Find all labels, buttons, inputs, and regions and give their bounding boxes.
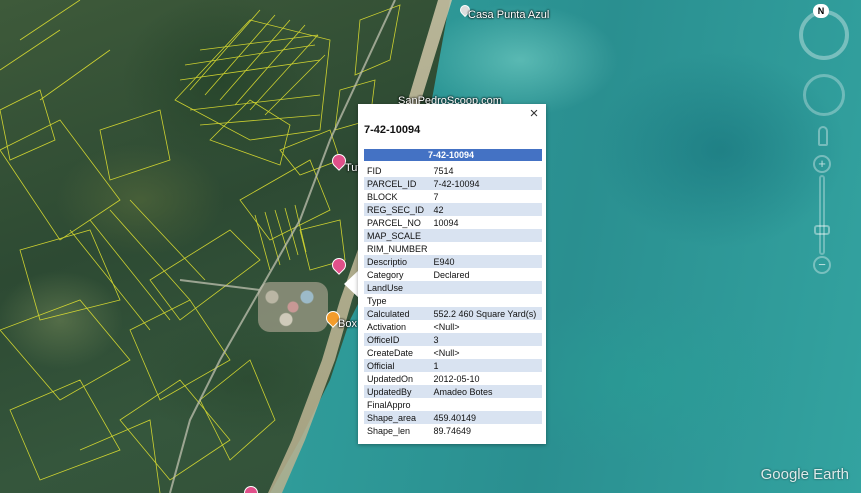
attribute-key: MAP_SCALE <box>364 229 431 242</box>
attribute-value <box>430 281 542 294</box>
zoom-in-button[interactable]: + <box>813 155 831 173</box>
zoom-slider-track[interactable] <box>819 175 825 255</box>
attribute-row: CreateDate <Null> <box>364 346 542 359</box>
attribute-value: 1 <box>430 359 542 372</box>
attribute-key: Shape_area <box>364 411 431 424</box>
attribute-key: FinalAppro <box>367 399 411 410</box>
attribute-row: PARCEL_ID 7-42-10094 <box>364 177 542 190</box>
attribute-row: REG_SEC_ID 42 <box>364 203 542 216</box>
attribute-value: <Null> <box>433 321 460 332</box>
attribute-value: E940 <box>430 255 542 268</box>
attribute-value: 552.2 460 Square Yard(s) <box>430 307 542 320</box>
attribute-key: Activation <box>367 321 407 332</box>
attribute-key: PARCEL_ID <box>364 177 431 190</box>
place-label[interactable]: Casa Punta Azul <box>468 9 549 21</box>
attribute-row: FinalAppro <box>364 398 542 411</box>
attribute-row: Descriptio E940 <box>364 255 542 268</box>
attribute-value: 3 <box>430 333 542 346</box>
attribute-value <box>431 398 542 411</box>
attribute-key: OfficeID <box>364 333 431 346</box>
attribute-key: UpdatedBy <box>364 385 431 398</box>
close-icon[interactable]: × <box>526 106 542 122</box>
attribute-key: UpdatedOn <box>367 373 414 384</box>
attribute-value: 7-42-10094 <box>430 177 542 190</box>
attribute-key: LandUse <box>364 281 431 294</box>
attribute-row: Category Declared <box>364 268 542 281</box>
attribute-value: 7 <box>433 191 439 202</box>
attribute-row: OfficeID 3 <box>364 333 542 346</box>
attribute-row: UpdatedOn 2012-05-10 <box>364 372 542 385</box>
attribute-value: 7514 <box>433 165 454 176</box>
attribute-row: PARCEL_NO 10094 <box>364 216 542 229</box>
attribute-key: BLOCK <box>367 191 398 202</box>
attribute-key: Type <box>367 295 387 306</box>
attribute-row: UpdatedBy Amadeo Botes <box>364 385 542 398</box>
zoom-out-button[interactable]: − <box>813 256 831 274</box>
attribute-row: Shape_len 89.74649 <box>364 424 542 437</box>
attribute-row: Type <box>364 294 542 307</box>
attribute-row: Calculated 552.2 460 Square Yard(s) <box>364 307 542 320</box>
balloon-tail <box>344 270 359 298</box>
attribute-row: RIM_NUMBER <box>364 242 542 255</box>
attribute-key: RIM_NUMBER <box>367 243 428 254</box>
attribute-key: PARCEL_NO <box>367 217 421 228</box>
attribute-key: Shape_len <box>367 425 411 436</box>
attribute-key: REG_SEC_ID <box>364 203 431 216</box>
attribute-value <box>430 229 542 242</box>
attribute-key: Category <box>367 269 404 280</box>
attribute-row: BLOCK 7 <box>364 190 542 203</box>
google-earth-watermark: Google Earth <box>760 466 849 483</box>
navigation-controls: N + − <box>791 0 861 290</box>
place-label[interactable]: Box <box>338 318 357 330</box>
attribute-key: CreateDate <box>367 347 414 358</box>
attribute-key: Official <box>364 359 431 372</box>
attribute-value: 2012-05-10 <box>433 373 480 384</box>
attribute-row: FID 7514 <box>364 164 542 177</box>
attribute-row: LandUse <box>364 281 542 294</box>
attribute-value: 459.40149 <box>430 411 542 424</box>
attribute-row: MAP_SCALE <box>364 229 542 242</box>
attribute-key: FID <box>367 165 382 176</box>
attribute-value: 10094 <box>433 217 459 228</box>
attribute-value <box>431 294 542 307</box>
attribute-key: Descriptio <box>364 255 431 268</box>
street-view-pegman-icon[interactable] <box>818 126 828 146</box>
attribute-value: <Null> <box>433 347 460 358</box>
attribute-value <box>431 242 542 255</box>
north-indicator[interactable]: N <box>813 4 829 18</box>
attribute-row: Activation <Null> <box>364 320 542 333</box>
attribute-value: Declared <box>433 269 470 280</box>
attribute-value: 89.74649 <box>433 425 472 436</box>
attribute-value: 42 <box>430 203 542 216</box>
attribute-table-header: 7-42-10094 <box>364 149 542 161</box>
attribute-table: FID 7514 PARCEL_ID 7-42-10094 BLOCK 7 REG_SEC_… <box>364 164 542 437</box>
zoom-slider-thumb[interactable] <box>814 225 830 235</box>
parcel-info-balloon: × 7-42-10094 7-42-10094 FID 7514 PARCEL_ID… <box>358 104 546 444</box>
attribute-value: Amadeo Botes <box>430 385 542 398</box>
attribute-key: Calculated <box>364 307 431 320</box>
attribute-row: Official 1 <box>364 359 542 372</box>
look-joystick[interactable] <box>803 74 845 116</box>
balloon-title: 7-42-10094 <box>364 124 421 136</box>
attribute-row: Shape_area 459.40149 <box>364 411 542 424</box>
